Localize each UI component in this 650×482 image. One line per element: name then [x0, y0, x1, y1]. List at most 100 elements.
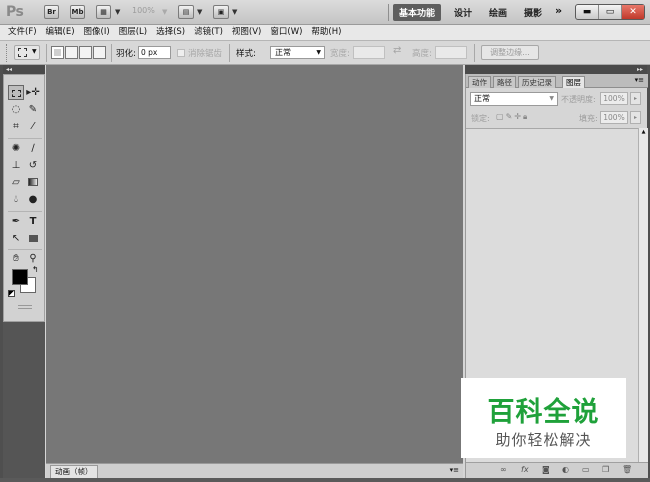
- screen-mode-button[interactable]: ▣: [213, 5, 229, 19]
- lock-all-icon[interactable]: 🔒︎: [523, 112, 529, 121]
- healing-icon: ✺: [11, 143, 21, 154]
- path-selection-tool[interactable]: ↖: [8, 231, 24, 246]
- more-workspaces-icon[interactable]: »: [555, 4, 562, 17]
- window-controls: ▬ ▭ ✕: [575, 4, 645, 20]
- close-icon[interactable]: ✕: [622, 5, 644, 19]
- blend-mode-select[interactable]: 正常 ▼: [470, 92, 558, 106]
- lock-position-icon[interactable]: ✛: [514, 112, 523, 121]
- scroll-up-icon[interactable]: ▲: [639, 128, 648, 137]
- subtract-from-selection-icon[interactable]: [79, 46, 92, 59]
- swap-dimensions-icon[interactable]: ⇄: [393, 45, 401, 56]
- zoom-tool[interactable]: ⚲: [25, 251, 41, 266]
- view-extras-button[interactable]: ▦: [96, 5, 111, 19]
- toolbox-header[interactable]: ◂◂: [3, 65, 45, 74]
- clone-stamp-tool[interactable]: ⊥: [8, 158, 24, 173]
- collapse-dock-icon[interactable]: ▸▸: [637, 65, 643, 74]
- new-group-icon[interactable]: ▭: [582, 465, 590, 474]
- lock-transparent-icon[interactable]: ▢: [496, 112, 506, 121]
- launch-bridge-button[interactable]: Br: [44, 5, 59, 19]
- workspace-design[interactable]: 设计: [454, 6, 472, 19]
- zoom-level[interactable]: 100%: [132, 6, 155, 15]
- menu-image[interactable]: 图像(I): [84, 25, 110, 40]
- dodge-tool[interactable]: ●: [25, 192, 41, 207]
- zoom-dropdown-icon[interactable]: ▼: [162, 8, 167, 16]
- minimize-icon[interactable]: ▬: [576, 5, 599, 19]
- add-to-selection-icon[interactable]: [65, 46, 78, 59]
- layer-list-scrollbar[interactable]: ▲: [638, 128, 648, 462]
- collapse-toolbox-icon[interactable]: ◂◂: [6, 65, 12, 74]
- delete-layer-icon[interactable]: 🗑︎: [622, 465, 632, 474]
- menu-view[interactable]: 视图(V): [232, 25, 261, 40]
- tab-paths[interactable]: 路径: [493, 76, 516, 88]
- lasso-tool[interactable]: ◌: [8, 102, 24, 117]
- intersect-selection-icon[interactable]: [93, 46, 106, 59]
- arrange-dropdown-icon[interactable]: ▼: [197, 8, 202, 16]
- menu-file[interactable]: 文件(F): [8, 25, 37, 40]
- tab-history[interactable]: 历史记录: [518, 76, 556, 88]
- history-brush-tool[interactable]: ↺: [25, 158, 41, 173]
- adjustment-layer-icon[interactable]: ◐: [562, 465, 569, 474]
- spot-healing-tool[interactable]: ✺: [8, 141, 24, 156]
- tab-actions[interactable]: 动作: [468, 76, 491, 88]
- layer-style-icon[interactable]: fx: [521, 465, 529, 474]
- menu-window[interactable]: 窗口(W): [270, 25, 302, 40]
- gradient-tool[interactable]: [25, 175, 41, 190]
- screen-mode-dropdown-icon[interactable]: ▼: [232, 8, 237, 16]
- blur-tool[interactable]: 💧︎: [8, 192, 24, 207]
- opacity-slider-icon[interactable]: ▸: [630, 92, 641, 105]
- blend-mode-dropdown-icon: ▼: [549, 95, 554, 102]
- lock-pixels-icon[interactable]: ✎: [506, 112, 515, 121]
- width-input[interactable]: [353, 46, 385, 59]
- quick-mask-icon[interactable]: [18, 305, 32, 309]
- shape-tool[interactable]: [25, 231, 41, 246]
- swap-colors-icon[interactable]: ↰: [32, 265, 39, 274]
- panel-menu-icon[interactable]: ▾≡: [635, 76, 644, 84]
- workspace-photography[interactable]: 摄影: [524, 6, 542, 19]
- link-layers-icon[interactable]: ∞: [500, 465, 507, 474]
- new-selection-icon[interactable]: [51, 46, 64, 59]
- dock-header[interactable]: ▸▸: [465, 65, 647, 74]
- bottom-edge: [0, 478, 650, 482]
- antialias-checkbox[interactable]: [177, 49, 185, 57]
- workspace-painting[interactable]: 绘画: [489, 6, 507, 19]
- menu-select[interactable]: 选择(S): [156, 25, 185, 40]
- tab-layers[interactable]: 图层: [562, 76, 585, 88]
- pen-tool[interactable]: ✒: [8, 214, 24, 229]
- feather-input[interactable]: 0 px: [138, 46, 171, 59]
- height-input[interactable]: [435, 46, 467, 59]
- layer-mask-icon[interactable]: ◙: [542, 465, 550, 474]
- arrange-documents-button[interactable]: ▤: [178, 5, 194, 19]
- animation-panel-menu-icon[interactable]: ▾≡: [450, 466, 459, 474]
- view-extras-dropdown-icon[interactable]: ▼: [115, 8, 120, 16]
- move-tool[interactable]: ▸✛: [25, 85, 41, 100]
- screen-mode-icon: ▣: [217, 8, 225, 16]
- menu-help[interactable]: 帮助(H): [311, 25, 341, 40]
- eraser-tool[interactable]: ▱: [8, 175, 24, 190]
- tool-preset-picker[interactable]: ▼: [14, 45, 40, 60]
- hand-tool[interactable]: ✋︎: [8, 251, 24, 266]
- options-grip[interactable]: [6, 44, 8, 62]
- workspace-essentials[interactable]: 基本功能: [393, 4, 442, 21]
- fill-input[interactable]: 100%: [600, 111, 628, 124]
- menu-edit[interactable]: 编辑(E): [46, 25, 75, 40]
- launch-mini-bridge-button[interactable]: Mb: [70, 5, 85, 19]
- refine-edge-button[interactable]: 调整边缘...: [481, 45, 539, 60]
- type-tool[interactable]: T: [25, 214, 41, 229]
- fill-slider-icon[interactable]: ▸: [630, 111, 641, 124]
- style-select[interactable]: 正常 ▼: [270, 46, 325, 59]
- document-canvas-area[interactable]: [46, 65, 463, 463]
- rectangular-marquee-tool[interactable]: [8, 85, 24, 100]
- new-layer-icon[interactable]: ❐: [602, 465, 609, 474]
- brush-tool[interactable]: ∕: [25, 141, 41, 156]
- watermark-subtitle: 助你轻松解决: [495, 431, 592, 449]
- default-colors-icon[interactable]: [8, 290, 15, 297]
- quick-selection-tool[interactable]: ✎: [25, 102, 41, 117]
- menu-layer[interactable]: 图层(L): [119, 25, 147, 40]
- crop-tool[interactable]: ⌗: [8, 119, 24, 134]
- animation-frames-tab[interactable]: 动画（帧）: [50, 465, 98, 478]
- foreground-color-swatch[interactable]: [12, 269, 28, 285]
- menu-filter[interactable]: 滤镜(T): [194, 25, 223, 40]
- opacity-input[interactable]: 100%: [600, 92, 628, 105]
- eyedropper-tool[interactable]: ⁄: [25, 119, 41, 134]
- restore-icon[interactable]: ▭: [599, 5, 622, 19]
